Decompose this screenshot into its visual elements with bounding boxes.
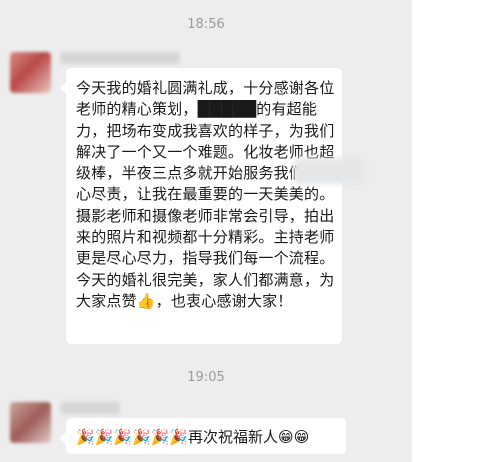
timestamp: 19:05 bbox=[187, 370, 225, 385]
message-bubble[interactable]: 🎉🎉🎉🎉🎉🎉再次祝福新人😁😁 bbox=[60, 418, 346, 454]
message-bubble[interactable]: 今天我的婚礼圆满礼成，十分感谢各位老师的精心策划，█████的有超能力，把场布变… bbox=[60, 68, 364, 344]
message-text: 今天我的婚礼圆满礼成，十分感谢各位老师的精心策划，█████的有超能力，把场布变… bbox=[76, 79, 335, 310]
sender-avatar[interactable] bbox=[10, 402, 51, 443]
message-text: 🎉🎉🎉🎉🎉🎉再次祝福新人😁😁 bbox=[76, 428, 310, 446]
sender-name-redacted bbox=[60, 402, 120, 414]
sender-avatar[interactable] bbox=[10, 52, 51, 93]
sender-name-redacted bbox=[60, 52, 180, 64]
redacted-text-overlay bbox=[294, 158, 364, 184]
chat-area: 18:56 今天我的婚礼圆满礼成，十分感谢各位老师的精心策划，█████的有超能… bbox=[0, 0, 412, 462]
timestamp: 18:56 bbox=[187, 17, 225, 32]
